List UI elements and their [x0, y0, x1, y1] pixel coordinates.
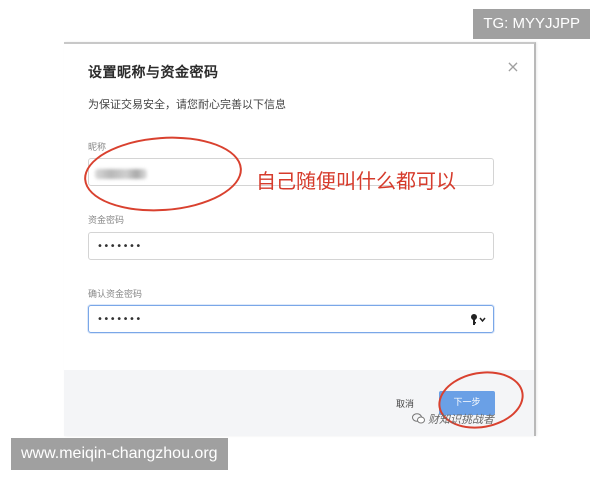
- tg-watermark: TG: MYYJJPP: [473, 9, 590, 39]
- dialog-title: 设置昵称与资金密码: [88, 65, 219, 81]
- fund-password-label: 资金密码: [88, 216, 125, 226]
- url-watermark: www.meiqin-changzhou.org: [11, 438, 228, 470]
- confirm-fund-password-value: •••••••: [97, 314, 142, 325]
- nickname-label: 昵称: [88, 143, 107, 153]
- dialog-subtitle: 为保证交易安全，请您耐心完善以下信息: [88, 98, 286, 111]
- confirm-fund-password-input[interactable]: •••••••: [88, 305, 494, 333]
- close-icon[interactable]: ×: [504, 58, 522, 76]
- confirm-fund-password-label: 确认资金密码: [88, 290, 143, 300]
- wechat-watermark: 财知识挑战者: [412, 411, 494, 427]
- page-background: 设置昵称与资金密码 × 为保证交易安全，请您耐心完善以下信息 昵称 资金密码 •…: [0, 0, 600, 480]
- key-icon[interactable]: [469, 312, 487, 328]
- cancel-button[interactable]: 取消: [396, 397, 414, 410]
- fund-password-input[interactable]: •••••••: [88, 232, 494, 260]
- wechat-icon: [412, 413, 425, 424]
- annotation-text: 自己随便叫什么都可以: [256, 169, 456, 193]
- fund-password-value: •••••••: [97, 241, 142, 252]
